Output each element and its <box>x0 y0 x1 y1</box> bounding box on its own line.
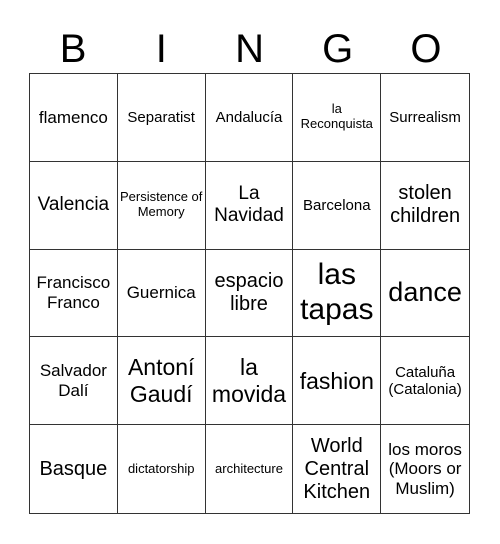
header-letter-b: B <box>59 27 87 71</box>
bingo-cell[interactable]: flamenco <box>30 74 118 162</box>
bingo-cell[interactable]: espacio libre <box>205 249 294 338</box>
bingo-cell[interactable]: Cataluña (Catalonia) <box>381 337 469 426</box>
bingo-cell[interactable]: Barcelona <box>293 161 382 250</box>
bingo-cell[interactable]: Persistence of Memory <box>117 161 206 250</box>
bingo-cell[interactable]: La Navidad <box>205 161 294 250</box>
bingo-cell[interactable]: stolen children <box>381 162 469 250</box>
bingo-cell[interactable]: fashion <box>293 337 382 426</box>
bingo-cell[interactable]: Guernica <box>117 249 206 338</box>
bingo-cell[interactable]: los moros (Moors or Muslim) <box>381 425 469 513</box>
bingo-header: B I N G O <box>29 26 470 72</box>
bingo-cell[interactable]: la Reconquista <box>293 74 382 162</box>
bingo-cell[interactable]: Valencia <box>30 161 118 250</box>
bingo-cell[interactable]: Separatist <box>117 74 206 162</box>
bingo-cell[interactable]: dance <box>381 250 469 338</box>
bingo-cell[interactable]: la movida <box>205 337 294 426</box>
bingo-cell[interactable]: dictatorship <box>118 425 206 513</box>
bingo-cell[interactable]: las tapas <box>293 249 382 338</box>
bingo-cell[interactable]: Basque <box>30 425 118 513</box>
bingo-cell[interactable]: Salvador Dalí <box>30 337 118 426</box>
bingo-cell[interactable]: Andalucía <box>205 74 294 162</box>
header-letter-i: I <box>155 27 167 71</box>
bingo-cell[interactable]: Surrealism <box>381 74 469 162</box>
header-letter-g: G <box>322 27 354 71</box>
header-letter-o: O <box>410 27 442 71</box>
bingo-grid: flamenco Separatist Andalucía la Reconqu… <box>29 73 470 514</box>
bingo-cell[interactable]: Francisco Franco <box>30 249 118 338</box>
header-letter-n: N <box>235 27 264 71</box>
bingo-cell[interactable]: Antoní Gaudí <box>117 337 206 426</box>
bingo-cell[interactable]: architecture <box>206 425 294 513</box>
bingo-cell[interactable]: World Central Kitchen <box>293 425 382 513</box>
